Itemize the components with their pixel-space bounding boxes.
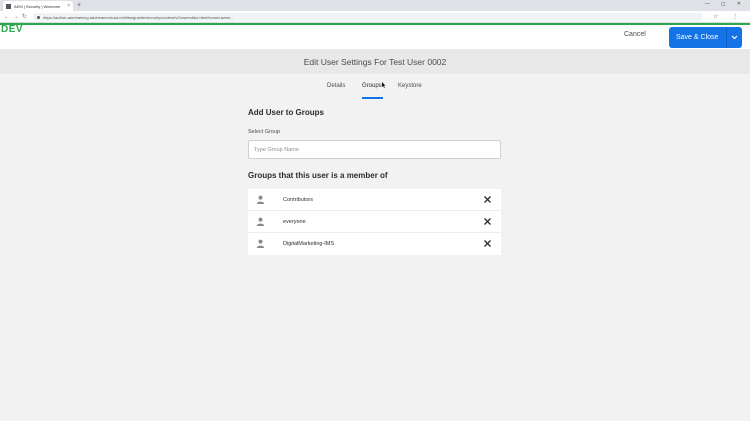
group-name: Contributors bbox=[283, 196, 313, 203]
group-list: Contributors everyone DigitalMarketing-I… bbox=[248, 189, 501, 255]
lock-icon bbox=[37, 15, 40, 19]
select-group-label: Select Group bbox=[248, 129, 281, 135]
browser-toolbar: ← → ↻ https://author-aemtraining.adobeae… bbox=[0, 11, 750, 23]
new-tab-button[interactable]: + bbox=[77, 1, 81, 10]
close-icon[interactable] bbox=[483, 239, 492, 248]
user-icon bbox=[256, 239, 265, 248]
back-icon[interactable]: ← bbox=[4, 12, 10, 22]
app-header: DEV Cancel Save & Close bbox=[0, 24, 750, 49]
group-row: Contributors bbox=[248, 189, 501, 211]
browser-tab[interactable]: AEM | Security | Welcome × bbox=[3, 1, 73, 11]
browser-tabstrip: AEM | Security | Welcome × + — ◻ ✕ bbox=[0, 0, 750, 11]
page-title: Edit User Settings For Test User 0002 bbox=[303, 56, 447, 67]
environment-label: DEV bbox=[1, 24, 24, 35]
group-name: DigitalMarketing-IMS bbox=[283, 241, 335, 247]
save-and-close-label: Save & Close bbox=[676, 34, 719, 41]
url-bar[interactable]: https://author-aemtraining.adobeaemcloud… bbox=[33, 13, 703, 21]
active-tab-indicator bbox=[362, 97, 383, 99]
cancel-button[interactable]: Cancel bbox=[624, 31, 646, 38]
close-icon[interactable] bbox=[483, 217, 492, 226]
group-row: everyone bbox=[248, 211, 501, 233]
browser-tab-close-icon[interactable]: × bbox=[67, 3, 70, 9]
favicon-icon bbox=[6, 3, 11, 9]
group-name: everyone bbox=[283, 218, 306, 225]
chevron-down-icon[interactable] bbox=[727, 35, 742, 40]
group-search-input[interactable] bbox=[248, 140, 501, 159]
close-icon[interactable] bbox=[483, 195, 492, 204]
member-groups-heading: Groups that this user is a member of bbox=[248, 171, 388, 180]
user-icon bbox=[256, 195, 265, 204]
title-bar: Edit User Settings For Test User 0002 bbox=[0, 49, 750, 74]
user-icon bbox=[256, 217, 265, 226]
url-text: https://author-aemtraining.adobeaemcloud… bbox=[43, 14, 234, 20]
reload-icon[interactable]: ↻ bbox=[22, 12, 27, 22]
save-and-close-button[interactable]: Save & Close bbox=[669, 27, 742, 48]
group-row: DigitalMarketing-IMS bbox=[248, 233, 501, 255]
add-groups-heading: Add User to Groups bbox=[248, 108, 325, 117]
tab-keystore[interactable]: Keystore bbox=[398, 83, 422, 89]
browser-menu-icons[interactable]: ☆ ⋮ bbox=[713, 13, 744, 20]
tab-details[interactable]: Details bbox=[327, 83, 345, 89]
browser-tab-title: AEM | Security | Welcome bbox=[14, 3, 61, 9]
tab-groups[interactable]: Groups bbox=[362, 83, 382, 89]
window-controls[interactable]: — ◻ ✕ bbox=[705, 1, 746, 7]
mouse-cursor-icon bbox=[382, 82, 386, 88]
forward-icon[interactable]: → bbox=[13, 12, 19, 22]
tab-bar: Details Groups Keystore bbox=[0, 83, 750, 99]
